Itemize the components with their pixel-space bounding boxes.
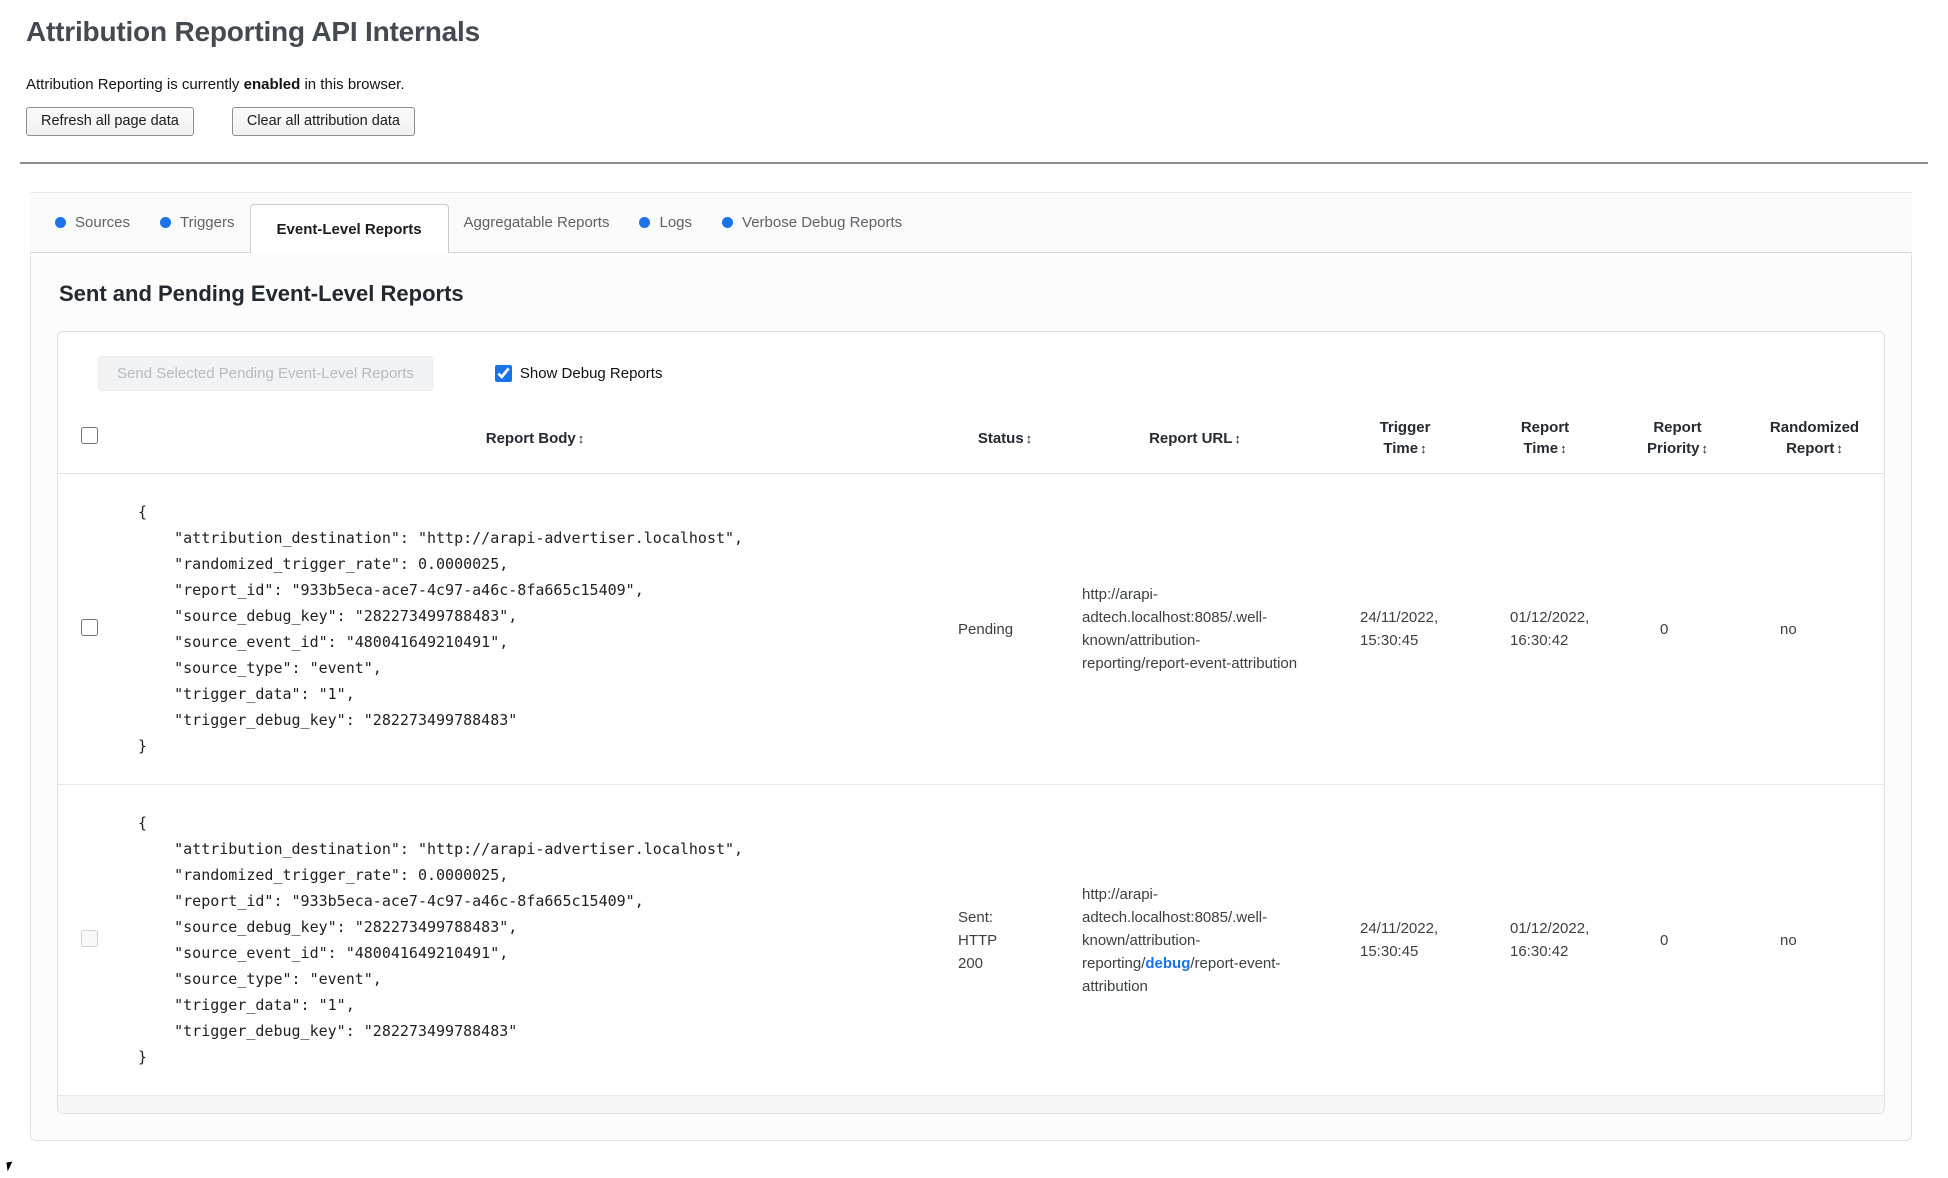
debug-link: debug bbox=[1145, 954, 1191, 972]
header-line: Status bbox=[977, 429, 1024, 447]
row-select-cell bbox=[58, 784, 120, 1096]
tab-aggregatable-reports[interactable]: Aggregatable Reports bbox=[449, 193, 625, 252]
trigger-time-cell: 24/11/2022, 15:30:45 bbox=[1330, 784, 1480, 1096]
header-randomized-report[interactable]: Randomized Report ↕ bbox=[1745, 407, 1884, 474]
tab-strip: Sources Triggers Event-Level Reports Agg… bbox=[30, 192, 1912, 253]
toolbar: Refresh all page data Clear all attribut… bbox=[26, 107, 1948, 136]
send-selected-reports-button[interactable]: Send Selected Pending Event-Level Report… bbox=[98, 356, 433, 391]
tab-label: Event-Level Reports bbox=[276, 220, 422, 238]
table-controls: Send Selected Pending Event-Level Report… bbox=[58, 332, 1884, 395]
event-level-reports-table: Report Body ↕ Status ↕ Report URL ↕ Trigger bbox=[58, 407, 1884, 1113]
status-prefix: Attribution Reporting is currently bbox=[26, 76, 244, 93]
tab-label: Aggregatable Reports bbox=[463, 214, 610, 231]
header-trigger-time[interactable]: Trigger Time ↕ bbox=[1330, 407, 1480, 474]
trigger-time-cell: 24/11/2022, 15:30:45 bbox=[1330, 473, 1480, 785]
refresh-all-button[interactable]: Refresh all page data bbox=[26, 107, 194, 136]
header-line: Priority bbox=[1646, 440, 1700, 457]
show-debug-label: Show Debug Reports bbox=[519, 365, 663, 382]
header-report-body[interactable]: Report Body ↕ bbox=[120, 407, 950, 474]
header-divider bbox=[20, 162, 1928, 164]
status-cell: Pending bbox=[950, 473, 1060, 785]
status-suffix: in this browser. bbox=[300, 76, 405, 93]
report-time-cell: 01/12/2022, 16:30:42 bbox=[1480, 784, 1610, 1096]
show-debug-toggle[interactable]: Show Debug Reports bbox=[494, 365, 663, 382]
mouse-cursor-icon bbox=[6, 1161, 14, 1172]
tab-logs[interactable]: Logs bbox=[624, 193, 707, 252]
tab-label: Logs bbox=[659, 214, 693, 231]
status-cell: Sent: HTTP 200 bbox=[950, 784, 1060, 1096]
page-title: Attribution Reporting API Internals bbox=[26, 16, 480, 47]
blue-dot-icon bbox=[55, 217, 66, 228]
report-row-sent-debug: { "attribution_destination": "http://ara… bbox=[58, 784, 1884, 1096]
blue-dot-icon bbox=[639, 217, 651, 228]
header-line: Report Body bbox=[485, 429, 576, 447]
header-line: Trigger bbox=[1379, 419, 1431, 436]
report-priority-cell: 0 bbox=[1610, 784, 1745, 1096]
tab-label: Triggers bbox=[180, 214, 235, 231]
row-select-cell bbox=[58, 473, 120, 785]
report-priority-cell: 0 bbox=[1610, 473, 1745, 785]
sort-icon[interactable]: ↕ bbox=[1560, 438, 1567, 459]
tab-triggers[interactable]: Triggers bbox=[145, 193, 249, 252]
page-header: Attribution Reporting API Internals Attr… bbox=[0, 0, 1948, 136]
tab-box: Sources Triggers Event-Level Reports Agg… bbox=[30, 192, 1912, 1141]
table-footer-strip bbox=[58, 1095, 1884, 1113]
show-debug-checkbox[interactable] bbox=[494, 365, 512, 382]
tab-label: Sources bbox=[75, 214, 131, 231]
tab-verbose-debug-reports[interactable]: Verbose Debug Reports bbox=[707, 193, 917, 252]
sort-icon[interactable]: ↕ bbox=[1702, 438, 1709, 459]
header-line: Report bbox=[1653, 419, 1702, 436]
report-time-cell: 01/12/2022, 16:30:42 bbox=[1480, 473, 1610, 785]
section-heading: Sent and Pending Event-Level Reports bbox=[59, 281, 464, 306]
sort-icon[interactable]: ↕ bbox=[1836, 438, 1843, 459]
status-enabled: enabled bbox=[243, 76, 301, 93]
sort-icon[interactable]: ↕ bbox=[1234, 428, 1241, 449]
randomized-report-cell: no bbox=[1745, 784, 1884, 1096]
report-body-json: { "attribution_destination": "http://ara… bbox=[138, 503, 744, 755]
blue-dot-icon bbox=[160, 217, 172, 228]
report-url-cell: http://arapi-adtech.localhost:8085/.well… bbox=[1060, 784, 1330, 1096]
header-report-url[interactable]: Report URL ↕ bbox=[1060, 407, 1330, 474]
report-body-cell: { "attribution_destination": "http://ara… bbox=[120, 784, 950, 1096]
tab-sources[interactable]: Sources bbox=[40, 193, 145, 252]
report-body-cell: { "attribution_destination": "http://ara… bbox=[120, 473, 950, 785]
header-line: Time bbox=[1523, 440, 1559, 457]
api-status-line: Attribution Reporting is currently enabl… bbox=[26, 76, 1948, 93]
tab-panel-event-level-reports: Sent and Pending Event-Level Reports Sen… bbox=[30, 253, 1912, 1141]
header-line: Report URL bbox=[1149, 429, 1233, 447]
header-line: Randomized bbox=[1769, 419, 1860, 436]
sort-icon[interactable]: ↕ bbox=[1026, 428, 1033, 449]
tab-event-level-reports[interactable]: Event-Level Reports bbox=[249, 204, 449, 253]
header-line: Report bbox=[1786, 440, 1835, 457]
report-body-json: { "attribution_destination": "http://ara… bbox=[138, 814, 744, 1066]
select-all-header-cell bbox=[58, 407, 120, 474]
sort-icon[interactable]: ↕ bbox=[1420, 438, 1427, 459]
footer-strip bbox=[58, 1095, 1884, 1113]
header-report-priority[interactable]: Report Priority ↕ bbox=[1610, 407, 1745, 474]
blue-dot-icon bbox=[722, 217, 734, 228]
table-header-row: Report Body ↕ Status ↕ Report URL ↕ Trigger bbox=[58, 407, 1884, 474]
url-text: report-event-attribution bbox=[1145, 655, 1298, 672]
header-status[interactable]: Status ↕ bbox=[950, 407, 1060, 474]
sort-icon[interactable]: ↕ bbox=[578, 428, 585, 449]
clear-all-button[interactable]: Clear all attribution data bbox=[231, 107, 415, 136]
reports-table-container: Send Selected Pending Event-Level Report… bbox=[57, 331, 1885, 1114]
header-line: Time bbox=[1383, 440, 1419, 457]
header-report-time[interactable]: Report Time ↕ bbox=[1480, 407, 1610, 474]
report-url-cell: http://arapi-adtech.localhost:8085/.well… bbox=[1060, 473, 1330, 785]
row-select-checkbox-disabled bbox=[80, 929, 98, 947]
randomized-report-cell: no bbox=[1745, 473, 1884, 785]
select-all-checkbox[interactable] bbox=[80, 426, 98, 444]
tab-label: Verbose Debug Reports bbox=[742, 214, 903, 231]
row-select-checkbox[interactable] bbox=[80, 618, 98, 636]
report-row-pending: { "attribution_destination": "http://ara… bbox=[58, 473, 1884, 785]
header-line: Report bbox=[1520, 419, 1570, 436]
